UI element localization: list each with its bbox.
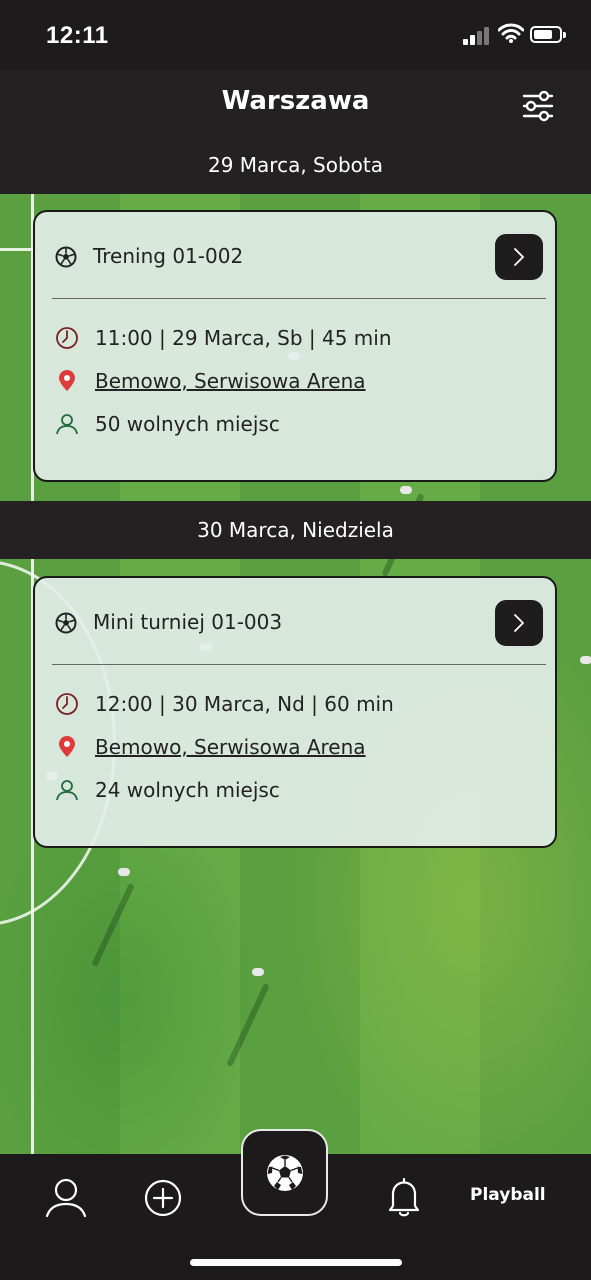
status-time: 12:11 bbox=[46, 22, 109, 49]
chevron-right-icon bbox=[514, 248, 524, 266]
clock-icon bbox=[56, 327, 78, 349]
event-spots: 24 wolnych miejsc bbox=[95, 778, 280, 802]
divider bbox=[52, 664, 546, 665]
date-header: 29 Marca, Sobota bbox=[207, 153, 384, 177]
location-pin-icon bbox=[59, 736, 75, 757]
event-time: 12:00 | 30 Marca, Nd | 60 min bbox=[95, 692, 394, 716]
chevron-right-icon bbox=[514, 614, 524, 632]
open-event-button[interactable] bbox=[495, 600, 543, 646]
event-card[interactable]: Trening 01-002 11:00 | 29 Marca, Sb | 45… bbox=[33, 210, 557, 482]
signal-icon bbox=[463, 27, 491, 45]
open-event-button[interactable] bbox=[495, 234, 543, 280]
add-icon[interactable] bbox=[143, 1178, 183, 1218]
user-icon bbox=[56, 780, 78, 801]
event-title: Mini turniej 01-003 bbox=[93, 610, 283, 634]
event-spots: 50 wolnych miejsc bbox=[95, 412, 280, 436]
soccer-ball-icon bbox=[267, 1155, 303, 1191]
event-title: Trening 01-002 bbox=[93, 244, 244, 268]
event-location-link[interactable]: Bemowo, Serwisowa Arena bbox=[95, 369, 366, 393]
soccer-ball-icon bbox=[55, 246, 77, 268]
battery-icon bbox=[530, 26, 566, 43]
divider bbox=[52, 298, 546, 299]
home-indicator bbox=[190, 1259, 402, 1266]
city-title: Warszawa bbox=[221, 86, 370, 116]
bell-icon[interactable] bbox=[386, 1176, 422, 1218]
event-location-link[interactable]: Bemowo, Serwisowa Arena bbox=[95, 735, 366, 759]
location-pin-icon bbox=[59, 370, 75, 391]
home-ball-button[interactable] bbox=[241, 1129, 328, 1216]
profile-icon[interactable] bbox=[44, 1176, 88, 1220]
status-bar: 12:11 bbox=[0, 0, 591, 70]
brand-label[interactable]: Playball bbox=[470, 1185, 546, 1205]
sliders-icon[interactable] bbox=[520, 88, 556, 124]
user-icon bbox=[56, 414, 78, 435]
clock-icon bbox=[56, 693, 78, 715]
event-time: 11:00 | 29 Marca, Sb | 45 min bbox=[95, 326, 392, 350]
event-card[interactable]: Mini turniej 01-003 12:00 | 30 Marca, Nd… bbox=[33, 576, 557, 848]
wifi-icon bbox=[498, 23, 524, 43]
date-header: 30 Marca, Niedziela bbox=[0, 501, 591, 559]
soccer-ball-icon bbox=[55, 612, 77, 634]
